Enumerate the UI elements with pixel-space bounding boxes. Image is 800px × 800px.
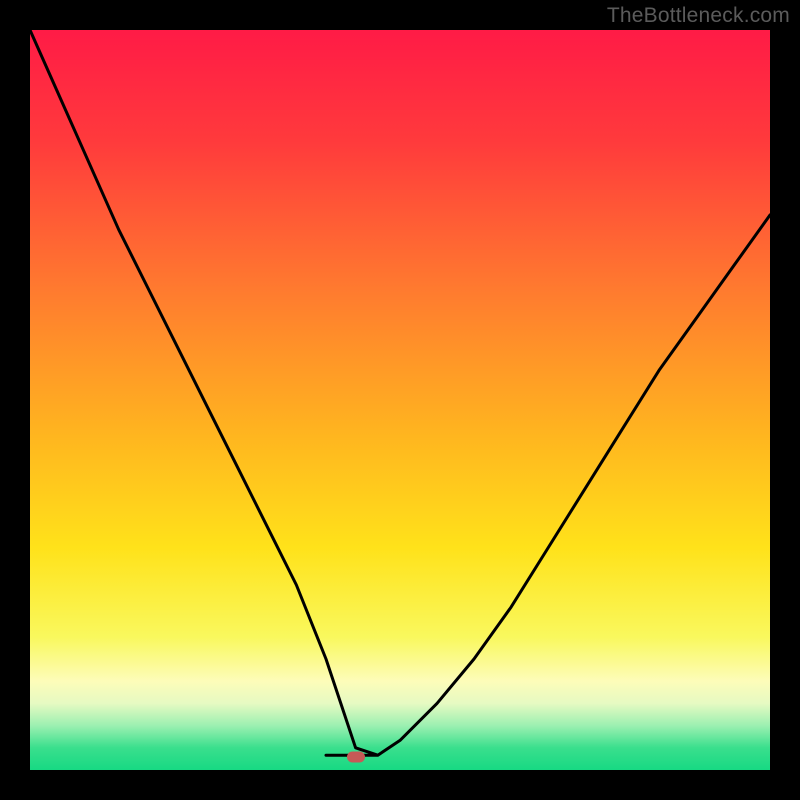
optimal-marker: [347, 751, 365, 762]
plot-area: [30, 30, 770, 770]
bottleneck-curve: [30, 30, 770, 770]
chart-frame: TheBottleneck.com: [0, 0, 800, 800]
watermark-text: TheBottleneck.com: [607, 4, 790, 28]
